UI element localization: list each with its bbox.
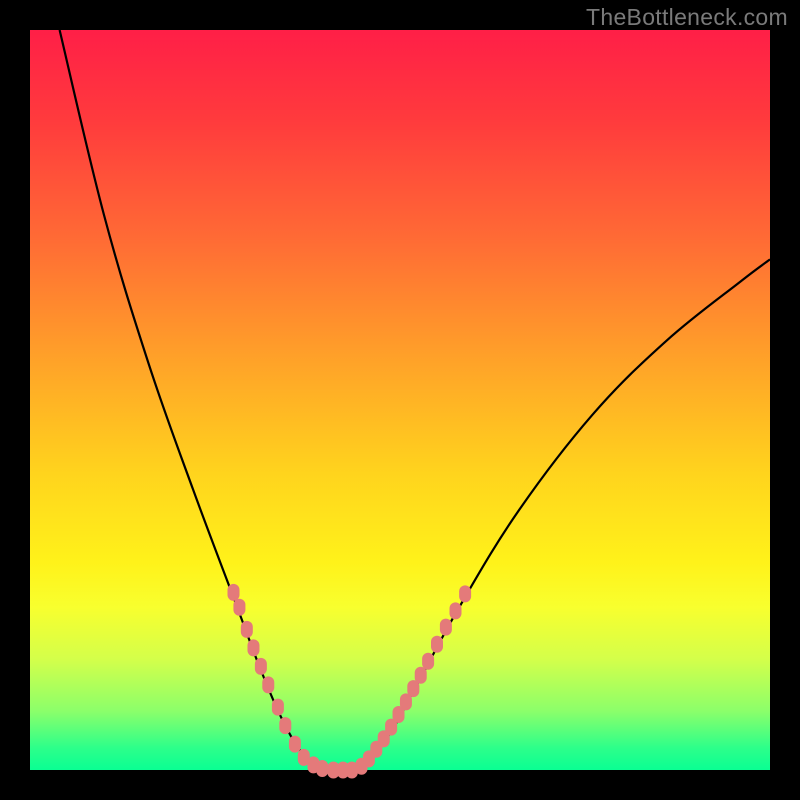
highlight-dot (459, 585, 471, 602)
highlight-dot (415, 667, 427, 684)
highlight-dot (422, 653, 434, 670)
highlight-dot (316, 760, 328, 777)
highlight-dot (255, 658, 267, 675)
highlight-dot (262, 676, 274, 693)
highlight-dot (228, 584, 240, 601)
highlight-dot (233, 599, 245, 616)
highlight-dot (279, 717, 291, 734)
curve-svg (30, 30, 770, 770)
highlight-dot (247, 639, 259, 656)
highlight-dot (440, 619, 452, 636)
watermark-text: TheBottleneck.com (586, 4, 788, 31)
highlight-dot (272, 699, 284, 716)
highlight-dots-right (356, 585, 472, 774)
highlight-dot (241, 621, 253, 638)
highlight-dot (289, 736, 301, 753)
plot-area (30, 30, 770, 770)
highlight-dot (450, 602, 462, 619)
left-curve-path (60, 30, 326, 770)
highlight-dot (431, 636, 443, 653)
highlight-dots-left (228, 584, 358, 779)
